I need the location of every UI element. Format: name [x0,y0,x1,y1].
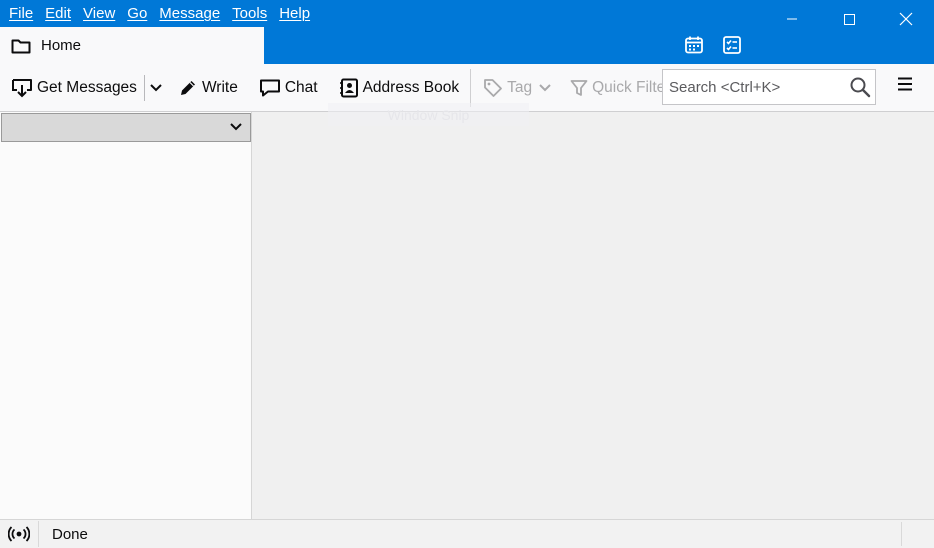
address-book-label: Address Book [362,78,460,96]
menu-tools[interactable]: Tools [226,5,273,22]
message-pane [252,112,934,519]
tag-button[interactable]: Tag [483,71,552,105]
menu-help[interactable]: Help [273,5,316,22]
app-menu-button[interactable] [896,76,914,96]
tab-home[interactable]: Home [0,27,264,64]
menu-file[interactable]: File [3,5,39,22]
tag-icon [484,78,502,97]
quick-filter-label: Quick Filter [592,78,671,96]
folder-pane [0,112,252,519]
search-field[interactable] [662,69,876,105]
pencil-icon [180,80,195,95]
split-divider [143,74,145,101]
chevron-down-icon [230,123,242,131]
menu-go[interactable]: Go [121,5,153,22]
search-icon [850,77,871,98]
close-icon [899,12,912,26]
get-messages-label: Get Messages [37,78,137,96]
chat-bubble-icon [259,79,280,96]
toolbar-separator [470,68,472,107]
download-icon [12,78,32,97]
maximize-button[interactable] [820,0,877,38]
quick-filter-button[interactable]: Quick Filter [570,71,670,105]
online-status-button[interactable] [8,525,30,543]
tag-label: Tag [507,78,533,96]
search-input[interactable] [669,78,845,96]
menu-edit[interactable]: Edit [39,5,77,22]
get-messages-button[interactable]: Get Messages [11,71,137,105]
tab-home-label: Home [41,37,82,54]
write-button[interactable]: Write [178,71,238,105]
tasks-button[interactable] [720,33,744,57]
title-bar: File Edit View Go Message Tools Help Hom… [0,0,934,64]
menu-bar: File Edit View Go Message Tools Help [0,0,316,26]
hamburger-icon [898,77,912,91]
online-status-icon [8,526,30,542]
get-messages-dropdown[interactable] [149,71,163,105]
menu-view[interactable]: View [77,5,121,22]
write-label: Write [201,78,238,96]
chat-button[interactable]: Chat [259,71,318,105]
address-book-icon [339,78,358,97]
chat-label: Chat [284,78,318,96]
tasks-icon [723,36,741,54]
minimize-icon [786,18,797,20]
minimize-button[interactable] [763,0,820,38]
folder-icon [11,39,31,53]
status-divider [901,522,902,546]
calendar-icon [685,36,703,54]
chevron-down-icon [150,83,162,91]
status-text: Done [52,525,88,543]
ghost-tooltip: Window Snip [328,103,529,126]
search-button[interactable] [849,76,871,102]
close-button[interactable] [877,0,934,38]
chevron-down-icon [539,83,551,91]
address-book-button[interactable]: Address Book [339,71,460,105]
folder-mode-selector[interactable] [1,113,251,142]
funnel-icon [570,79,588,96]
status-divider [38,521,39,547]
window-controls [763,0,934,38]
maximize-icon [843,14,855,25]
menu-message[interactable]: Message [153,5,226,22]
spaces-icons [682,33,744,57]
status-bar: Done [0,519,934,548]
calendar-button[interactable] [682,33,706,57]
